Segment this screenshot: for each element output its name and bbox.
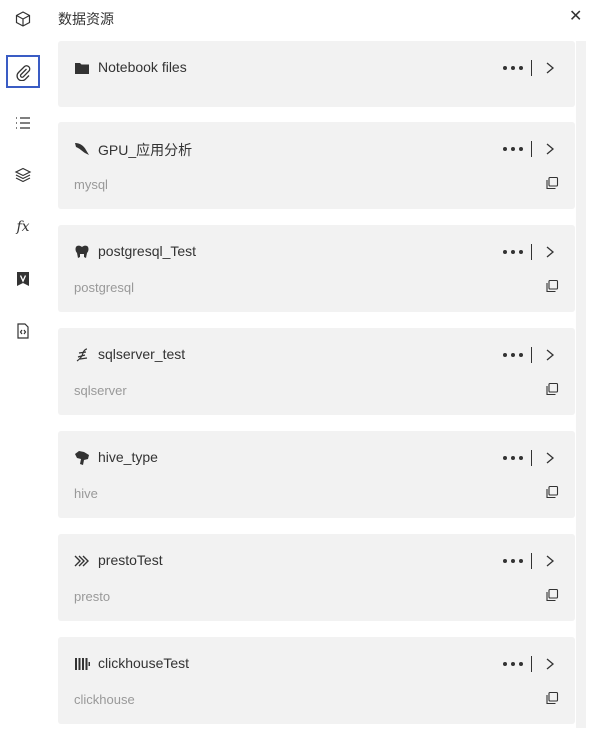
- divider: [531, 141, 532, 157]
- resource-card[interactable]: clickhouseTest clickhouse: [58, 637, 575, 724]
- paperclip-icon[interactable]: [6, 55, 40, 88]
- folder-icon: [74, 60, 90, 76]
- box-icon[interactable]: [7, 3, 39, 35]
- copy-icon[interactable]: [545, 279, 559, 293]
- resource-name: hive_type: [98, 449, 158, 465]
- chevron-right-icon[interactable]: [543, 347, 557, 363]
- chevron-right-icon[interactable]: [543, 553, 557, 569]
- panel-title: 数据资源: [58, 11, 114, 27]
- chevron-right-icon[interactable]: [543, 141, 557, 157]
- presto-icon: [74, 553, 90, 569]
- more-icon[interactable]: [503, 656, 523, 672]
- resource-name: Notebook files: [98, 59, 187, 75]
- hive-icon: [74, 450, 90, 466]
- code-file-icon[interactable]: [7, 315, 39, 347]
- divider: [531, 553, 532, 569]
- chevron-right-icon[interactable]: [543, 60, 557, 76]
- more-icon[interactable]: [503, 553, 523, 569]
- resource-type: postgresql: [74, 280, 134, 295]
- resource-type: hive: [74, 486, 98, 501]
- copy-icon[interactable]: [545, 485, 559, 499]
- resource-card[interactable]: prestoTest presto: [58, 534, 575, 621]
- close-icon[interactable]: ✕: [569, 6, 582, 26]
- function-icon[interactable]: fx: [7, 211, 39, 243]
- resource-card[interactable]: Notebook files: [58, 41, 575, 107]
- sqlserver-icon: [74, 347, 90, 363]
- divider: [531, 60, 532, 76]
- postgresql-icon: [74, 244, 90, 260]
- resource-name: postgresql_Test: [98, 243, 197, 259]
- chevron-right-icon[interactable]: [543, 244, 557, 260]
- variable-icon[interactable]: [7, 263, 39, 295]
- resource-card[interactable]: sqlserver_test sqlserver: [58, 328, 575, 415]
- more-icon[interactable]: [503, 450, 523, 466]
- left-rail: fx: [0, 0, 46, 728]
- resource-type: mysql: [74, 177, 108, 192]
- resource-type: sqlserver: [74, 383, 127, 398]
- chevron-right-icon[interactable]: [543, 656, 557, 672]
- layers-icon[interactable]: [7, 159, 39, 191]
- list-icon[interactable]: [7, 107, 39, 139]
- divider: [531, 656, 532, 672]
- resource-name: prestoTest: [98, 552, 163, 568]
- mysql-icon: [74, 141, 90, 157]
- copy-icon[interactable]: [545, 176, 559, 190]
- more-icon[interactable]: [503, 347, 523, 363]
- resource-name: sqlserver_test: [98, 346, 186, 362]
- divider: [531, 450, 532, 466]
- chevron-right-icon[interactable]: [543, 450, 557, 466]
- resource-name: clickhouseTest: [98, 655, 190, 671]
- resource-card[interactable]: GPU_应用分析 mysql: [58, 122, 575, 209]
- resource-card[interactable]: postgresql_Test postgresql: [58, 225, 575, 312]
- divider: [531, 347, 532, 363]
- divider: [531, 244, 532, 260]
- resource-list: Notebook files GPU_应用分析 mysql postgresql…: [58, 41, 590, 740]
- more-icon[interactable]: [503, 244, 523, 260]
- resource-name: GPU_应用分析: [98, 142, 193, 158]
- copy-icon[interactable]: [545, 382, 559, 396]
- more-icon[interactable]: [503, 141, 523, 157]
- resource-type: clickhouse: [74, 692, 135, 707]
- clickhouse-icon: [74, 656, 90, 672]
- more-icon[interactable]: [503, 60, 523, 76]
- copy-icon[interactable]: [545, 588, 559, 602]
- copy-icon[interactable]: [545, 691, 559, 705]
- resource-type: presto: [74, 589, 111, 604]
- resource-card[interactable]: hive_type hive: [58, 431, 575, 518]
